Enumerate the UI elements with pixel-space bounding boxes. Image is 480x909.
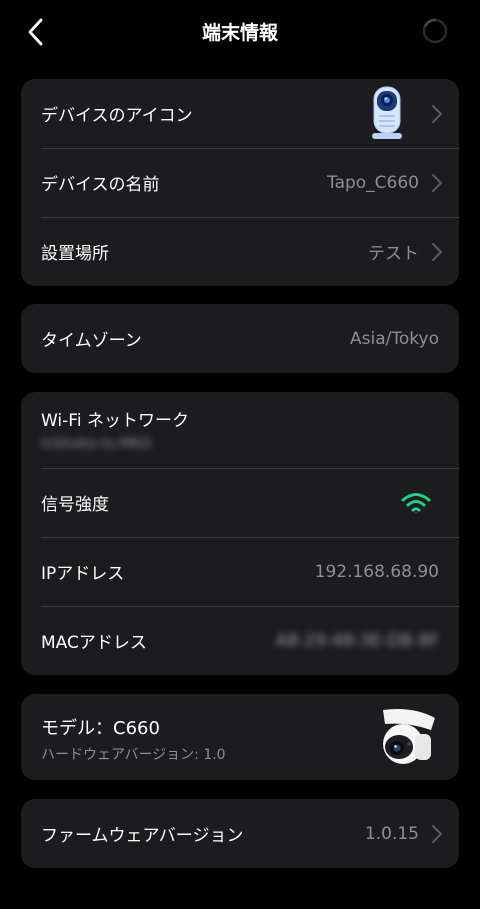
top-bar: 端末情報 [0, 0, 480, 64]
chevron-right-icon [432, 824, 442, 843]
wifi-label: Wi-Fi ネットワーク [41, 411, 189, 431]
network-card: Wi-Fi ネットワーク InShoko-ts-MKG 信号強度 IPアドレス … [21, 392, 459, 675]
timezone-value: Asia/Tokyo [350, 328, 439, 349]
device-icon-label: デバイスのアイコン [41, 106, 193, 126]
chevron-right-icon [432, 242, 442, 261]
model-card: モデル：C660 ハードウェアバージョン: 1.0 [21, 694, 459, 780]
chevron-right-icon [432, 104, 442, 123]
ip-value: 192.168.68.90 [314, 561, 439, 582]
device-name-label: デバイスの名前 [41, 175, 160, 195]
ip-label: IPアドレス [41, 564, 125, 584]
camera-icon [372, 86, 402, 139]
device-card: デバイスのアイコン デバイスの名前 Tapo_C660 設置場所 テスト [21, 79, 459, 286]
ip-row: IPアドレス 192.168.68.90 [21, 537, 459, 606]
location-row[interactable]: 設置場所 テスト [21, 217, 459, 286]
loading-spinner-icon [422, 18, 448, 44]
camera-product-icon [383, 709, 435, 764]
hardware-version: ハードウェアバージョン: 1.0 [41, 747, 226, 763]
firmware-card: ファームウェアバージョン 1.0.15 [21, 799, 459, 868]
firmware-label: ファームウェアバージョン [41, 826, 244, 846]
mac-value: A8-29-48-3E-DB-8F [275, 630, 439, 651]
location-label: 設置場所 [41, 244, 109, 264]
mac-label: MACアドレス [41, 633, 147, 653]
location-value: テスト [368, 244, 419, 264]
device-name-row[interactable]: デバイスの名前 Tapo_C660 [21, 148, 459, 217]
chevron-right-icon [432, 173, 442, 192]
wifi-ssid: InShoko-ts-MKG [41, 436, 152, 452]
wifi-row: Wi-Fi ネットワーク InShoko-ts-MKG [21, 392, 459, 468]
page-title: 端末情報 [201, 22, 278, 44]
device-name-value: Tapo_C660 [327, 172, 419, 193]
timezone-row: タイムゾーン Asia/Tokyo [21, 304, 459, 373]
firmware-row[interactable]: ファームウェアバージョン 1.0.15 [21, 799, 459, 868]
device-icon-row[interactable]: デバイスのアイコン [21, 79, 459, 148]
timezone-label: タイムゾーン [41, 331, 142, 351]
wifi-signal-icon [401, 493, 431, 513]
firmware-value: 1.0.15 [364, 823, 419, 844]
signal-label: 信号強度 [41, 495, 109, 515]
mac-row: MACアドレス A8-29-48-3E-DB-8F [21, 606, 459, 675]
signal-row: 信号強度 [21, 468, 459, 537]
model-label: モデル：C660 [41, 718, 160, 739]
timezone-card: タイムゾーン Asia/Tokyo [21, 304, 459, 373]
